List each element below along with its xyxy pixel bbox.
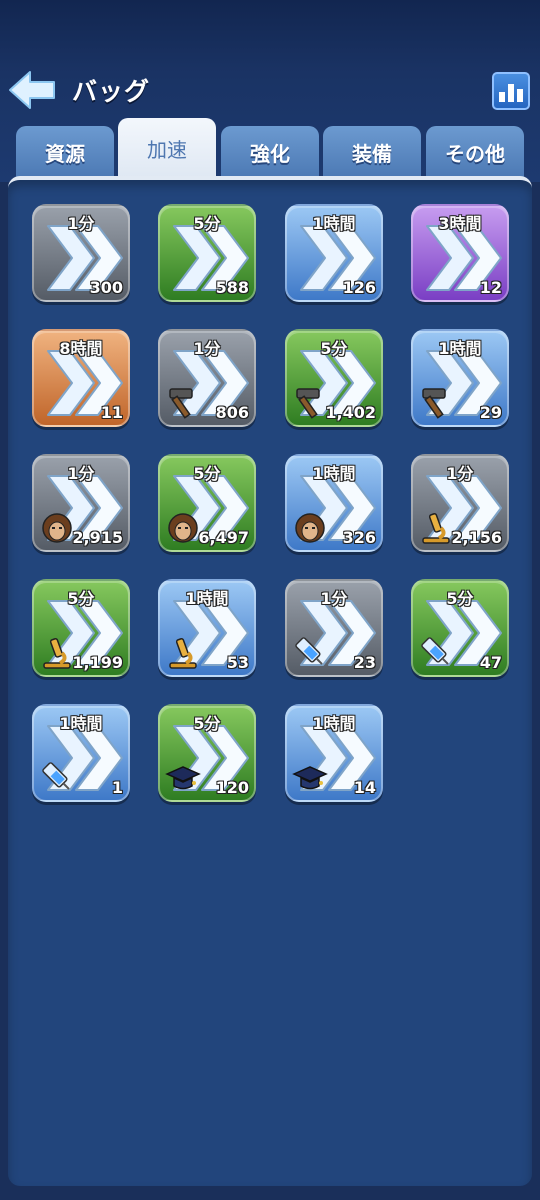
item-count: 12 [479, 278, 502, 297]
item-count: 6,497 [198, 528, 249, 547]
tab-speedup[interactable]: 加速 [118, 118, 216, 178]
speedup-item[interactable]: 5分 6,497 [158, 454, 256, 552]
graduation-cap-icon [164, 758, 202, 796]
microscope-icon [164, 633, 202, 671]
hammer-icon [164, 383, 202, 421]
item-duration: 1時間 [312, 714, 356, 733]
hammer-icon [417, 383, 455, 421]
item-count: 806 [215, 403, 249, 422]
speedup-item[interactable]: 5分 120 [158, 704, 256, 802]
syringe-icon [417, 633, 455, 671]
item-duration: 5分 [193, 714, 221, 733]
back-arrow-icon [9, 71, 55, 109]
speedup-item[interactable]: 1分 2,156 [411, 454, 509, 552]
item-count: 2,915 [72, 528, 123, 547]
syringe-icon [291, 633, 329, 671]
speedup-item[interactable]: 5分 588 [158, 204, 256, 302]
item-count: 120 [215, 778, 249, 797]
item-count: 23 [353, 653, 376, 672]
item-duration: 1時間 [312, 214, 356, 233]
category-tabs: 資源 加速 強化 装備 その他 [16, 118, 526, 178]
item-duration: 5分 [446, 589, 474, 608]
item-duration: 1分 [193, 339, 221, 358]
microscope-icon [38, 633, 76, 671]
speedup-item[interactable]: 1時間 53 [158, 579, 256, 677]
bar-chart-icon [499, 92, 505, 102]
speedup-item[interactable]: 1分 2,915 [32, 454, 130, 552]
item-count: 11 [100, 403, 123, 422]
item-count: 47 [479, 653, 502, 672]
item-duration: 5分 [193, 464, 221, 483]
item-duration: 8時間 [59, 339, 103, 358]
item-duration: 1分 [67, 214, 95, 233]
item-count: 326 [342, 528, 376, 547]
tab-resources[interactable]: 資源 [16, 126, 114, 178]
item-duration: 1時間 [185, 589, 229, 608]
item-count: 126 [342, 278, 376, 297]
item-duration: 1時間 [59, 714, 103, 733]
item-duration: 5分 [193, 214, 221, 233]
speedup-item[interactable]: 1分 806 [158, 329, 256, 427]
page-title: バッグ [72, 77, 151, 106]
item-duration: 1分 [446, 464, 474, 483]
speedup-item[interactable]: 5分 1,199 [32, 579, 130, 677]
speedup-item[interactable]: 3時間 12 [411, 204, 509, 302]
speedup-item[interactable]: 1時間 1 [32, 704, 130, 802]
item-count: 1 [111, 778, 123, 797]
tab-enhance[interactable]: 強化 [221, 126, 319, 178]
item-count: 300 [89, 278, 123, 297]
item-duration: 1時間 [312, 464, 356, 483]
item-count: 14 [353, 778, 376, 797]
item-count: 29 [479, 403, 502, 422]
item-duration: 1時間 [438, 339, 482, 358]
back-button[interactable] [8, 68, 58, 112]
item-count: 1,199 [72, 653, 123, 672]
speedup-item[interactable]: 1時間 29 [411, 329, 509, 427]
item-duration: 1分 [67, 464, 95, 483]
soldier-icon [164, 508, 202, 546]
item-count: 588 [215, 278, 249, 297]
item-count: 2,156 [451, 528, 502, 547]
speedup-item[interactable]: 5分 47 [411, 579, 509, 677]
item-count: 53 [226, 653, 249, 672]
speedup-item[interactable]: 8時間 11 [32, 329, 130, 427]
hammer-icon [291, 383, 329, 421]
item-duration: 1分 [320, 589, 348, 608]
speedup-item[interactable]: 1時間 326 [285, 454, 383, 552]
stats-button[interactable] [492, 72, 530, 110]
speedup-item[interactable]: 1分 300 [32, 204, 130, 302]
speedup-item[interactable]: 1時間 126 [285, 204, 383, 302]
speedup-item[interactable]: 5分 1,402 [285, 329, 383, 427]
speedup-item[interactable]: 1分 23 [285, 579, 383, 677]
tab-equipment[interactable]: 装備 [323, 126, 421, 178]
soldier-icon [291, 508, 329, 546]
microscope-icon [417, 508, 455, 546]
syringe-icon [38, 758, 76, 796]
item-grid-panel [8, 176, 532, 1186]
tab-other[interactable]: その他 [426, 126, 524, 178]
item-duration: 5分 [320, 339, 348, 358]
item-count: 1,402 [325, 403, 376, 422]
soldier-icon [38, 508, 76, 546]
speedup-item[interactable]: 1時間 14 [285, 704, 383, 802]
graduation-cap-icon [291, 758, 329, 796]
item-duration: 3時間 [438, 214, 482, 233]
item-duration: 5分 [67, 589, 95, 608]
